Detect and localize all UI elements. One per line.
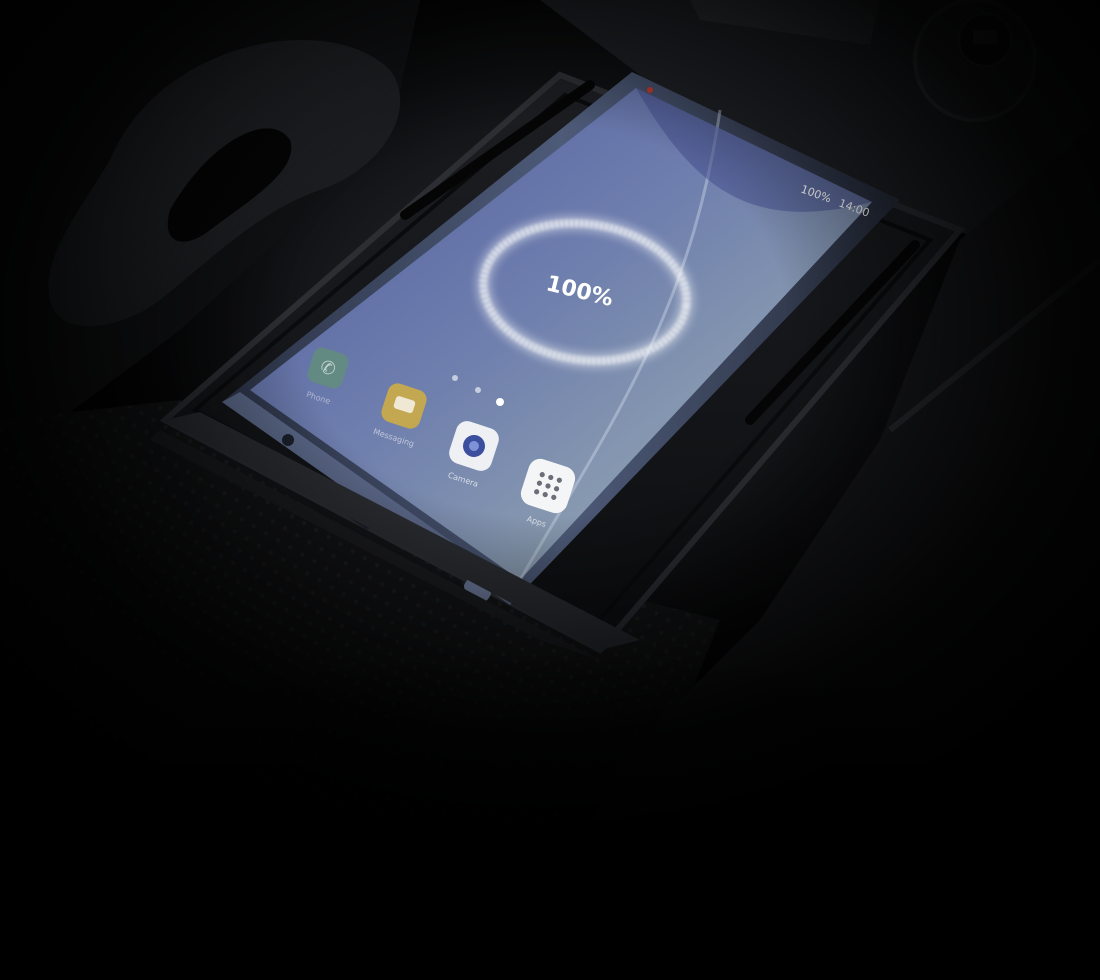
- page-dot: [452, 375, 458, 381]
- page-dot-active: [496, 398, 504, 406]
- console-illustration: 100% 100% 14:00 ✆ Phone Messaging Camera…: [0, 0, 1100, 980]
- front-camera: [647, 87, 653, 93]
- car-console-scene: 100% 100% 14:00 ✆ Phone Messaging Camera…: [0, 0, 1100, 980]
- usb-slot: [973, 30, 997, 44]
- page-dot: [475, 387, 481, 393]
